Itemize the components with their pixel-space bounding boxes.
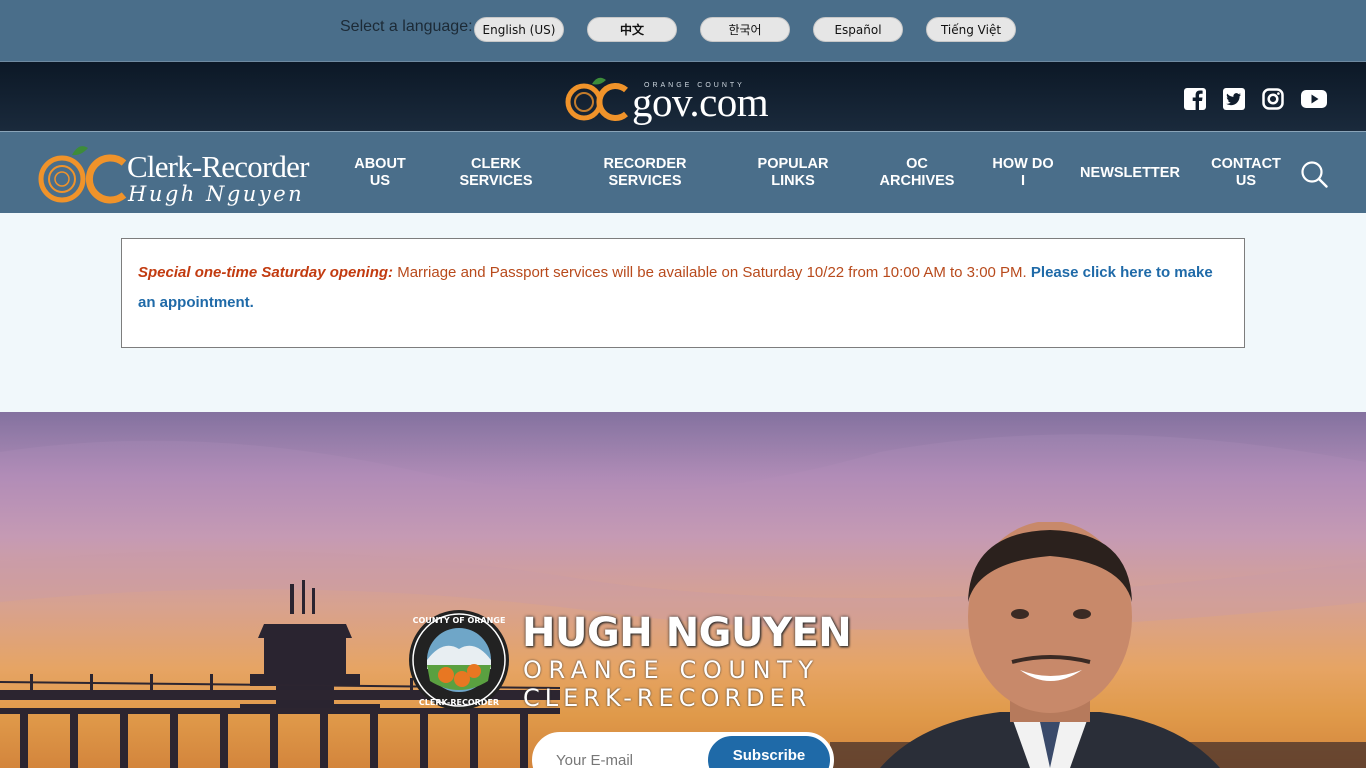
ocgov-logo-text: gov.com [632, 79, 769, 125]
nav-label: HOW DO [992, 156, 1054, 172]
brand-subtitle: Hugh Nguyen [128, 182, 305, 206]
email-input[interactable] [534, 734, 714, 768]
nav-label: SERVICES [608, 173, 682, 189]
oc-logo-mark-icon [38, 146, 127, 204]
nav-recorder-services[interactable]: RECORDER SERVICES [596, 132, 694, 214]
nav-label: ABOUT [354, 156, 406, 172]
language-bar: Select a language: English (US) 中文 한국어 E… [0, 0, 1366, 61]
oc-logo-mark-icon [565, 77, 628, 121]
twitter-icon[interactable] [1223, 88, 1245, 110]
official-portrait [880, 522, 1220, 768]
nav-oc-archives[interactable]: OC ARCHIVES [876, 132, 958, 214]
language-spanish-button[interactable]: Español [813, 17, 903, 42]
hero-title: HUGH NGUYEN [522, 610, 852, 656]
nav-label: LINKS [771, 173, 815, 189]
alert-body: Marriage and Passport services will be a… [393, 264, 1031, 281]
nav-label: CONTACT [1211, 156, 1281, 172]
nav-label: SERVICES [459, 173, 533, 189]
language-label: Select a language: [340, 18, 473, 35]
announcement-alert: Special one-time Saturday opening: Marri… [121, 238, 1245, 348]
nav-label: US [1235, 173, 1257, 189]
youtube-icon[interactable] [1301, 88, 1327, 110]
nav-label: CLERK [471, 156, 521, 172]
top-header: ORANGE COUNTY gov.com [0, 61, 1366, 131]
instagram-icon[interactable] [1262, 88, 1284, 110]
language-korean-button[interactable]: 한국어 [700, 17, 790, 42]
nav-newsletter[interactable]: NEWSLETTER [1080, 132, 1180, 214]
hero-banner: COUNTY OF ORANGE CLERK-RECORDER HUGH NGU… [0, 412, 1366, 768]
language-chinese-button[interactable]: 中文 [587, 17, 677, 42]
search-icon[interactable] [1300, 160, 1328, 188]
language-vietnamese-button[interactable]: Tiếng Việt [926, 17, 1016, 42]
county-seal-icon: COUNTY OF ORANGE CLERK-RECORDER [409, 610, 509, 710]
nav-contact-us[interactable]: CONTACT US [1206, 132, 1286, 214]
nav-label: NEWSLETTER [1080, 164, 1180, 181]
nav-label: RECORDER [603, 156, 687, 172]
facebook-icon[interactable] [1184, 88, 1206, 110]
brand-title: Clerk-Recorder [127, 149, 309, 184]
nav-label: I [1020, 173, 1026, 189]
main-nav: Clerk-Recorder Hugh Nguyen ABOUT US CLERK… [0, 131, 1366, 213]
newsletter-subscribe: Subscribe [532, 732, 834, 768]
nav-label: OC [906, 156, 928, 172]
nav-label: US [369, 173, 391, 189]
language-english-button[interactable]: English (US) [474, 17, 564, 42]
nav-how-do-i[interactable]: HOW DO I [988, 132, 1058, 214]
subscribe-button[interactable]: Subscribe [706, 734, 832, 768]
clerk-recorder-logo[interactable]: Clerk-Recorder Hugh Nguyen [38, 137, 328, 209]
nav-popular-links[interactable]: POPULAR LINKS [750, 132, 836, 214]
hero-subtitle-county: ORANGE COUNTY [523, 656, 820, 684]
nav-about-us[interactable]: ABOUT US [348, 132, 412, 214]
alert-emphasis: Special one-time Saturday opening: [138, 264, 394, 281]
nav-label: ARCHIVES [879, 173, 955, 189]
nav-label: POPULAR [757, 156, 829, 172]
seal-bottom-text: CLERK-RECORDER [419, 698, 499, 707]
hero-subtitle-office: CLERK-RECORDER [523, 684, 812, 712]
ocgov-logo[interactable]: ORANGE COUNTY gov.com [564, 70, 804, 126]
nav-clerk-services[interactable]: CLERK SERVICES [452, 132, 540, 214]
seal-top-text: COUNTY OF ORANGE [413, 616, 506, 625]
